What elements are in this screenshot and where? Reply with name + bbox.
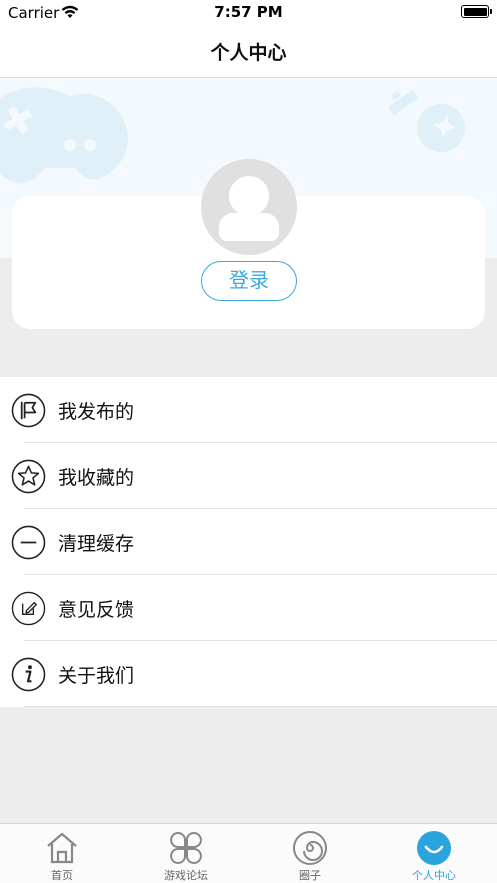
star-icon bbox=[11, 459, 46, 494]
home-icon bbox=[47, 832, 77, 864]
gamepad-decoration-icon bbox=[0, 87, 128, 184]
info-icon bbox=[11, 657, 46, 692]
menu-item-label: 我发布的 bbox=[58, 401, 135, 423]
gamepad-small-decoration-icon bbox=[388, 89, 465, 152]
menu-item-about-us[interactable]: 关于我们 bbox=[0, 641, 497, 707]
battery-icon bbox=[461, 5, 492, 18]
tab-label: 游戏论坛 bbox=[164, 869, 208, 882]
spiral-icon bbox=[293, 831, 327, 865]
menu-item-label: 我收藏的 bbox=[58, 467, 135, 489]
smile-icon bbox=[417, 831, 451, 865]
status-bar: Carrier 7:57 PM bbox=[0, 0, 497, 26]
menu-item-label: 清理缓存 bbox=[58, 533, 135, 555]
tab-label: 首页 bbox=[51, 869, 73, 882]
nav-bar: 个人中心 bbox=[0, 26, 497, 78]
clock: 7:57 PM bbox=[214, 3, 283, 21]
menu-item-feedback[interactable]: 意见反馈 bbox=[0, 575, 497, 641]
tab-label: 圈子 bbox=[299, 869, 321, 882]
clover-icon bbox=[170, 832, 202, 864]
tab-label: 个人中心 bbox=[412, 869, 456, 882]
flag-icon bbox=[11, 393, 46, 428]
minus-circle-icon bbox=[11, 525, 46, 560]
settings-menu: 我发布的 我收藏的 清理缓存 意见反馈 关于我们 bbox=[0, 377, 497, 707]
menu-item-my-favorites[interactable]: 我收藏的 bbox=[0, 443, 497, 509]
tab-personal-center[interactable]: 个人中心 bbox=[372, 824, 496, 883]
menu-item-my-posts[interactable]: 我发布的 bbox=[0, 377, 497, 443]
page-title: 个人中心 bbox=[210, 42, 287, 64]
edit-icon bbox=[11, 591, 46, 626]
login-button[interactable]: 登录 bbox=[201, 261, 297, 301]
menu-item-label: 意见反馈 bbox=[58, 599, 135, 621]
tab-bar: 首页 游戏论坛 圈子 个人中心 bbox=[0, 823, 497, 883]
menu-item-label: 关于我们 bbox=[58, 665, 135, 687]
avatar[interactable] bbox=[201, 159, 297, 255]
tab-circle[interactable]: 圈子 bbox=[248, 824, 372, 883]
tab-home[interactable]: 首页 bbox=[0, 824, 124, 883]
menu-item-clear-cache[interactable]: 清理缓存 bbox=[0, 509, 497, 575]
tab-game-forum[interactable]: 游戏论坛 bbox=[124, 824, 248, 883]
